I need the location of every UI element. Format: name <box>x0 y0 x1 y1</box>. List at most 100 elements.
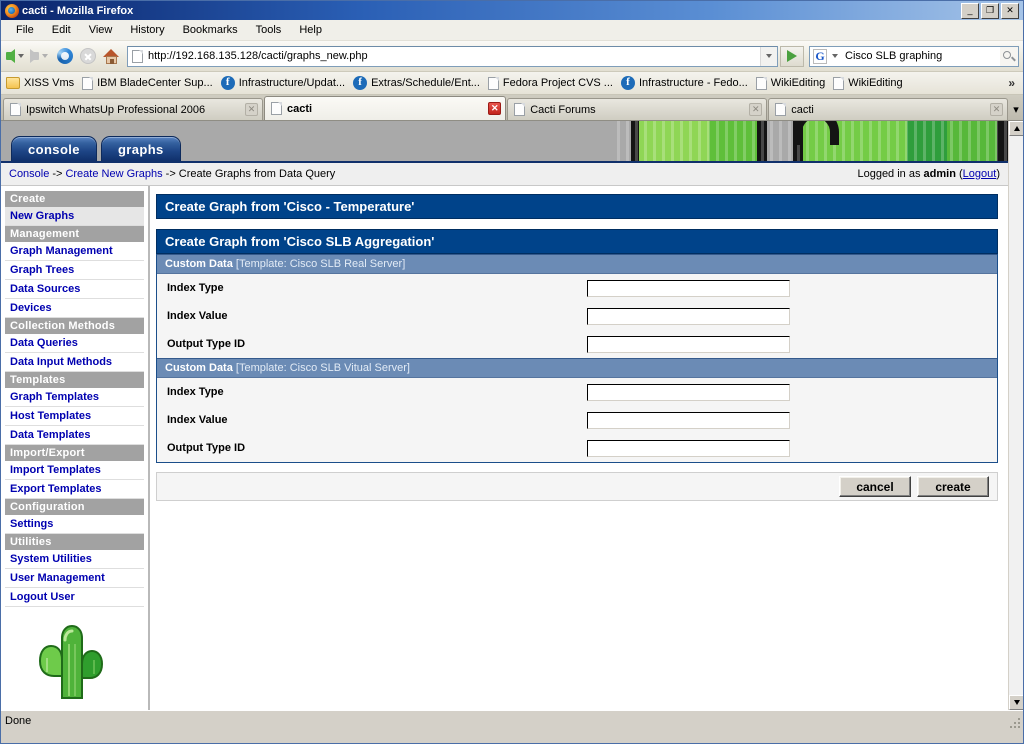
search-engine-chevron-down-icon[interactable] <box>832 54 838 58</box>
index-type-input-real[interactable] <box>587 279 790 297</box>
menu-help[interactable]: Help <box>290 22 331 38</box>
bookmark-xiss-vms[interactable]: XISS Vms <box>3 76 79 90</box>
sidebar-item-logout-user[interactable]: Logout User <box>5 588 144 607</box>
forward-button[interactable] <box>29 43 53 69</box>
menu-view[interactable]: View <box>80 22 122 38</box>
section-header-template: [Template: Cisco SLB Vitual Server] <box>232 362 410 374</box>
page-content: Create New Graphs Management Graph Manag… <box>1 186 1008 710</box>
index-value-input-real[interactable] <box>587 307 790 325</box>
home-door <box>109 58 114 64</box>
document-icon <box>487 76 499 90</box>
back-history-chevron-down-icon[interactable] <box>18 54 24 58</box>
window-titlebar: cacti - Mozilla Firefox _ ❐ ✕ <box>1 1 1023 20</box>
sidebar-item-graph-management[interactable]: Graph Management <box>5 242 144 261</box>
close-button[interactable]: ✕ <box>1001 2 1019 19</box>
bookmark-ibm-bladecenter[interactable]: IBM BladeCenter Sup... <box>79 76 218 91</box>
sidebar-item-settings[interactable]: Settings <box>5 515 144 534</box>
url-bar[interactable]: http://192.168.135.128/cacti/graphs_new.… <box>127 45 778 67</box>
sidebar-item-new-graphs[interactable]: New Graphs <box>5 207 144 226</box>
sidebar-item-graph-trees[interactable]: Graph Trees <box>5 261 144 280</box>
minimize-button[interactable]: _ <box>961 2 979 19</box>
bookmark-infrastructure-fedora[interactable]: f Infrastructure - Fedo... <box>618 75 753 91</box>
tab-close-icon[interactable]: ✕ <box>749 103 763 116</box>
tab-console[interactable]: console <box>11 136 97 161</box>
resize-grip-icon[interactable] <box>1008 716 1022 730</box>
maximize-button[interactable]: ❐ <box>981 2 999 19</box>
breadcrumb-create-new-graphs[interactable]: Create New Graphs <box>65 168 162 180</box>
search-input[interactable]: Cisco SLB graphing <box>842 50 1000 62</box>
vertical-scrollbar[interactable] <box>1008 121 1023 710</box>
go-button[interactable] <box>780 45 804 67</box>
tab-close-icon[interactable]: ✕ <box>245 103 258 116</box>
url-dropdown-button[interactable] <box>760 46 777 66</box>
home-icon[interactable] <box>103 48 120 64</box>
form-row-index-type-real: Index Type <box>157 274 997 302</box>
tab-graphs[interactable]: graphs <box>100 136 181 161</box>
sidebar-item-user-management[interactable]: User Management <box>5 569 144 588</box>
output-type-id-input-vitual[interactable] <box>587 439 790 457</box>
tab-close-icon[interactable]: ✕ <box>990 103 1004 116</box>
bookmark-infrastructure-updates[interactable]: f Infrastructure/Updat... <box>218 75 350 91</box>
bookmark-wikiediting-1[interactable]: WikiEditing <box>753 76 830 91</box>
sidebar-item-data-sources[interactable]: Data Sources <box>5 280 144 299</box>
tab-close-icon[interactable]: ✕ <box>488 102 502 115</box>
index-type-input-vitual[interactable] <box>587 383 790 401</box>
menu-file[interactable]: File <box>7 22 43 38</box>
reload-icon[interactable] <box>57 48 73 64</box>
status-text: Done <box>5 715 32 727</box>
menu-bookmarks[interactable]: Bookmarks <box>174 22 247 38</box>
search-bar[interactable]: G Cisco SLB graphing <box>809 45 1019 67</box>
forward-history-chevron-down-icon[interactable] <box>42 54 48 58</box>
breadcrumb: Console -> Create New Graphs -> Create G… <box>1 161 1008 186</box>
browser-tab-ipswitch[interactable]: Ipswitch WhatsUp Professional 2006 ✕ <box>3 98 263 120</box>
sidebar-item-data-queries[interactable]: Data Queries <box>5 334 144 353</box>
sidebar-item-host-templates[interactable]: Host Templates <box>5 407 144 426</box>
url-text[interactable]: http://192.168.135.128/cacti/graphs_new.… <box>148 50 760 62</box>
sidebar-item-export-templates[interactable]: Export Templates <box>5 480 144 499</box>
bookmark-wikiediting-2[interactable]: WikiEditing <box>830 76 907 91</box>
scroll-up-button[interactable] <box>1009 121 1023 136</box>
cancel-button[interactable]: cancel <box>839 476 911 497</box>
bookmark-fedora-project-cvs[interactable]: Fedora Project CVS ... <box>485 76 618 91</box>
google-search-engine-icon[interactable]: G <box>813 48 827 64</box>
field-label: Index Type <box>167 386 224 398</box>
browser-tab-cacti-2[interactable]: cacti ✕ <box>768 98 1009 120</box>
sidebar-item-devices[interactable]: Devices <box>5 299 144 318</box>
section-rows-vitual-server: Index Type Index Value Output Type ID <box>157 378 997 462</box>
sidebar-item-system-utilities[interactable]: System Utilities <box>5 550 144 569</box>
sidebar-item-import-templates[interactable]: Import Templates <box>5 461 144 480</box>
folder-icon <box>6 77 20 89</box>
menu-history[interactable]: History <box>121 22 173 38</box>
menu-tools[interactable]: Tools <box>247 22 291 38</box>
bookmarks-overflow-chevron-icon[interactable]: » <box>1002 76 1021 90</box>
tab-list-chevron-down-icon[interactable]: ▾ <box>1009 98 1023 120</box>
sidebar-header-collection-methods: Collection Methods <box>5 318 144 334</box>
sidebar-item-data-input-methods[interactable]: Data Input Methods <box>5 353 144 372</box>
breadcrumb-console[interactable]: Console <box>9 168 49 180</box>
chevron-up-icon <box>1013 126 1020 131</box>
status-bar: Done <box>1 710 1023 731</box>
create-button[interactable]: create <box>917 476 989 497</box>
sidebar-item-graph-templates[interactable]: Graph Templates <box>5 388 144 407</box>
back-button[interactable] <box>5 43 29 69</box>
browser-tab-cacti-forums[interactable]: Cacti Forums ✕ <box>507 98 768 120</box>
page-viewport: console graphs Console -> Create New Gra… <box>1 121 1023 710</box>
breadcrumb-separator: -> <box>52 168 63 180</box>
menu-edit[interactable]: Edit <box>43 22 80 38</box>
search-icon[interactable] <box>1000 46 1018 66</box>
stop-icon[interactable] <box>80 48 96 64</box>
forward-arrow-icon <box>30 49 39 63</box>
browser-tab-cacti-active[interactable]: cacti ✕ <box>264 96 507 120</box>
sidebar-item-data-templates[interactable]: Data Templates <box>5 426 144 445</box>
cacti-nav-tabs: console graphs <box>11 136 185 161</box>
section-header-template: [Template: Cisco SLB Real Server] <box>232 258 406 270</box>
firefox-window: cacti - Mozilla Firefox _ ❐ ✕ File Edit … <box>0 0 1024 744</box>
logout-link[interactable]: Logout <box>963 168 997 180</box>
index-value-input-vitual[interactable] <box>587 411 790 429</box>
document-icon <box>514 103 526 116</box>
sidebar-header-configuration: Configuration <box>5 499 144 515</box>
bookmark-extras-schedule[interactable]: f Extras/Schedule/Ent... <box>350 75 485 91</box>
bookmark-label: WikiEditing <box>770 77 826 89</box>
output-type-id-input-real[interactable] <box>587 335 790 353</box>
scroll-down-button[interactable] <box>1009 695 1023 710</box>
